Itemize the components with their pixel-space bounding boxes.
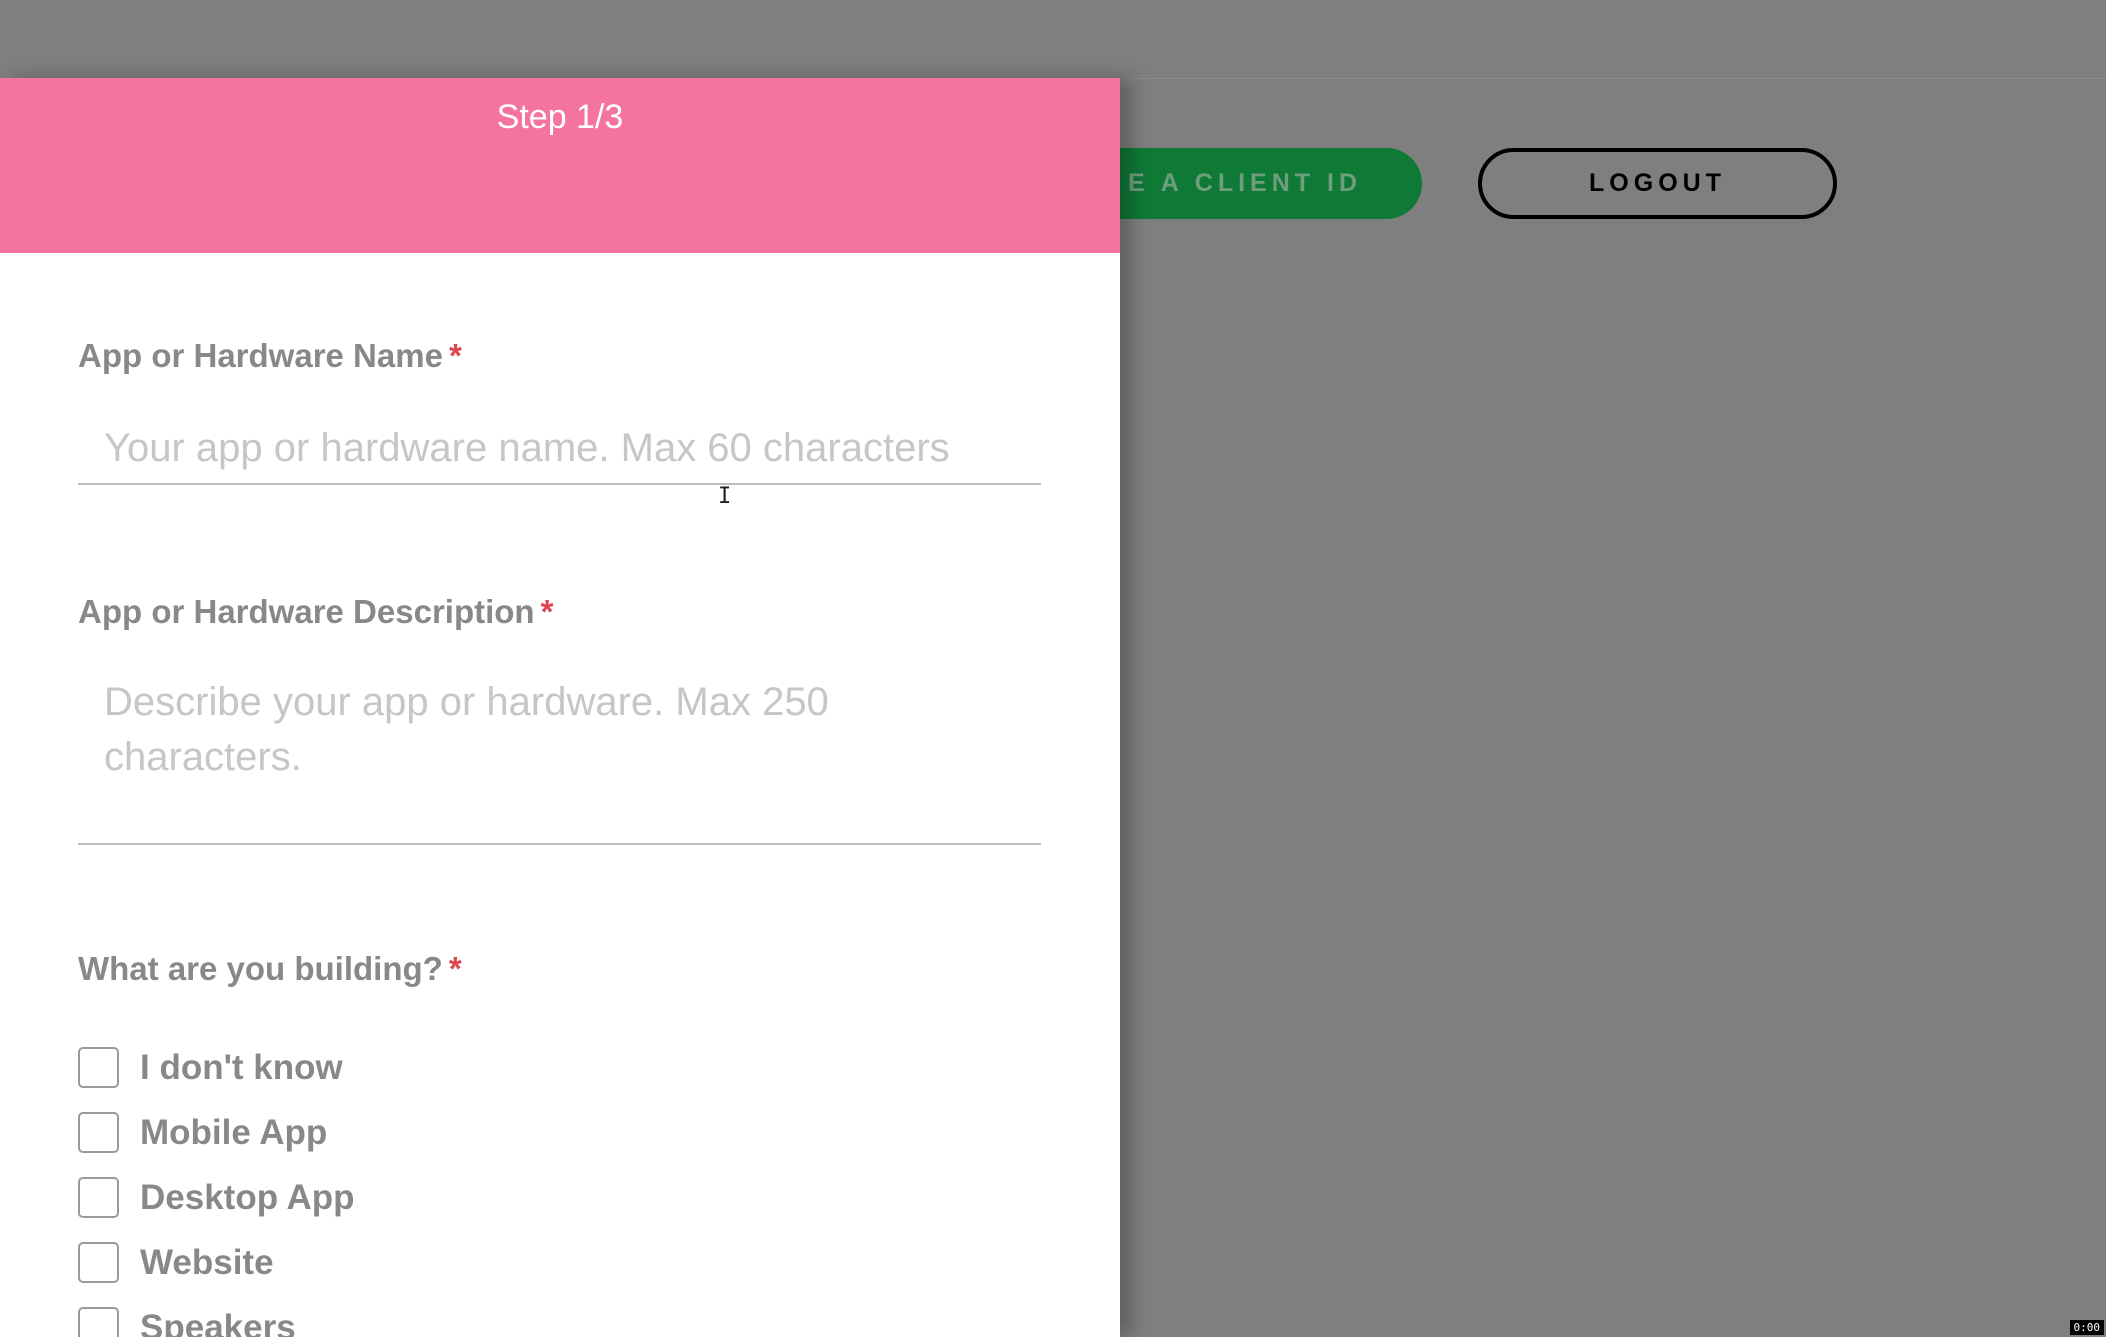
checkbox[interactable] <box>78 1112 119 1153</box>
app-name-label: App or Hardware Name * <box>78 337 462 375</box>
building-type-label: What are you building? * <box>78 950 462 988</box>
option-label: Speakers <box>140 1307 296 1337</box>
app-name-label-text: App or Hardware Name <box>78 337 443 374</box>
create-app-modal: Step 1/3 App or Hardware Name* App or Ha… <box>0 78 1120 1337</box>
checkbox[interactable] <box>78 1307 119 1337</box>
app-description-label: App or Hardware Description * <box>78 593 553 631</box>
app-description-label-text: App or Hardware Description <box>78 593 535 630</box>
screen: E A CLIENT ID LOGOUT Step 1/3 App or Har… <box>0 0 2106 1337</box>
recording-timer: 0:00 <box>2069 1320 2104 1335</box>
option-desktop-app[interactable]: Desktop App <box>78 1165 355 1230</box>
option-mobile-app[interactable]: Mobile App <box>78 1100 355 1165</box>
option-label: Desktop App <box>140 1177 355 1217</box>
option-website[interactable]: Website <box>78 1230 355 1295</box>
step-indicator: Step 1/3 <box>496 98 624 136</box>
text-cursor-icon: I <box>718 484 732 509</box>
building-type-label-text: What are you building? <box>78 950 443 987</box>
option-label: Mobile App <box>140 1112 328 1152</box>
option-speakers[interactable]: Speakers <box>78 1295 355 1337</box>
modal-header: Step 1/3 <box>0 78 1120 253</box>
logout-button[interactable]: LOGOUT <box>1478 148 1837 219</box>
required-asterisk: * <box>448 950 462 987</box>
option-label: I don't know <box>140 1047 343 1087</box>
checkbox[interactable] <box>78 1047 119 1088</box>
top-bar <box>0 0 2106 79</box>
option-i-dont-know[interactable]: I don't know <box>78 1035 355 1100</box>
checkbox[interactable] <box>78 1177 119 1218</box>
required-asterisk: * <box>448 337 462 374</box>
app-description-input[interactable] <box>78 663 1041 845</box>
app-name-input[interactable] <box>78 413 1041 485</box>
required-asterisk: * <box>540 593 554 630</box>
building-type-options: I don't know Mobile App Desktop App Webs… <box>78 1035 355 1337</box>
checkbox[interactable] <box>78 1242 119 1283</box>
option-label: Website <box>140 1242 274 1282</box>
